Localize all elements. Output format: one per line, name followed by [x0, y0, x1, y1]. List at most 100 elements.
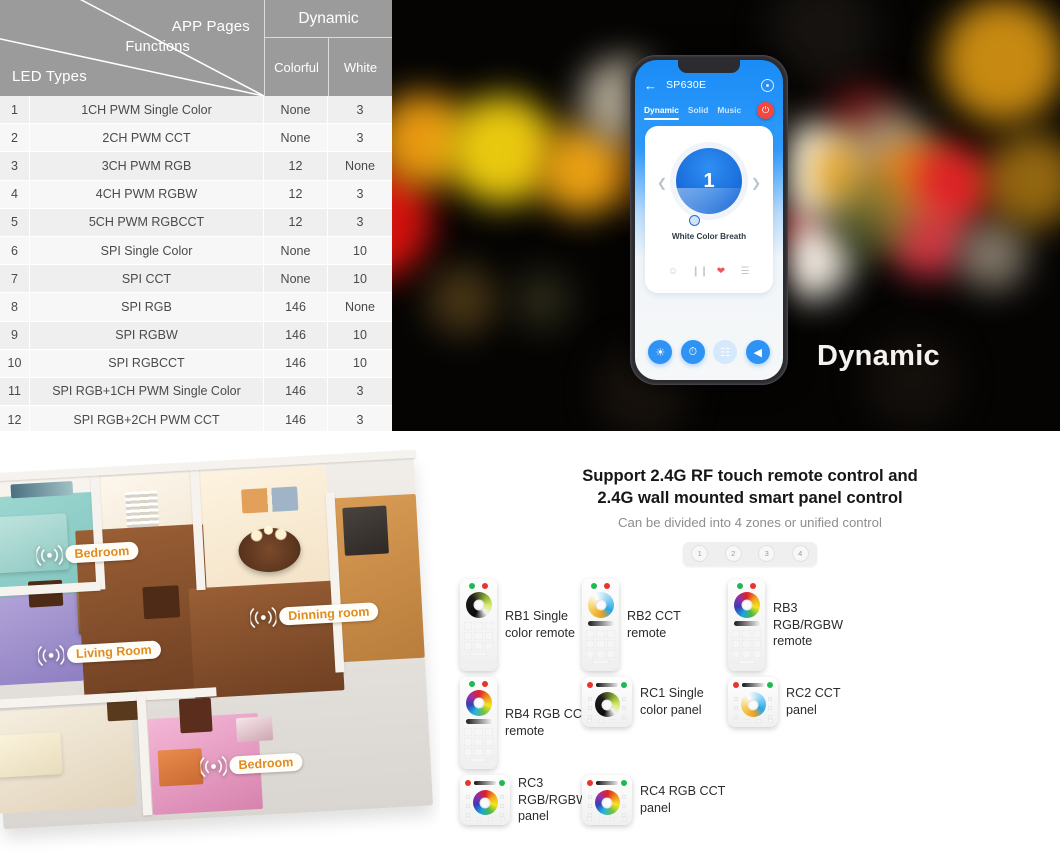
color-wheel[interactable] [465, 690, 492, 716]
table-corner-diagonal-header: APP Pages Functions LED Types [0, 0, 264, 96]
zone-button-3[interactable]: 3 [758, 545, 776, 563]
back-arrow-icon[interactable]: ← [644, 79, 657, 92]
row-led-type: SPI Single Color [30, 236, 264, 266]
panel-zone-keys[interactable] [733, 719, 773, 723]
bokeh-light [984, 132, 1060, 228]
volume-icon[interactable]: ◀ [745, 340, 770, 364]
panel-top-row [587, 780, 627, 786]
panel-key-right-mid[interactable] [622, 804, 626, 808]
brightness-slider[interactable] [474, 781, 496, 785]
row-colorful: 146 [264, 293, 328, 322]
keypad[interactable] [582, 626, 619, 664]
remote-status-leds [728, 583, 765, 589]
panel-key-left-mid[interactable] [734, 706, 738, 710]
panel-key-left-top[interactable] [588, 795, 592, 799]
device-label-rb4: RB4 RGB CCT remote [505, 706, 590, 739]
panel-body-rc1[interactable] [582, 677, 632, 727]
remote-body-rb1[interactable] [460, 579, 497, 671]
panel-key-right-top[interactable] [622, 795, 626, 799]
panel-zone-keys[interactable] [587, 719, 627, 723]
scene-preview[interactable]: 1 [676, 148, 742, 214]
color-wheel[interactable] [472, 790, 498, 815]
power-icon[interactable]: ⏻ [757, 101, 774, 119]
panel-key-right-mid[interactable] [500, 804, 504, 808]
chevron-left-icon[interactable]: ❮ [657, 176, 667, 190]
panel-key-left-top[interactable] [588, 697, 592, 701]
panel-zone-keys[interactable] [587, 817, 627, 821]
device-label-line: remote [627, 626, 667, 640]
brightness-slider[interactable] [596, 781, 618, 785]
green-led-icon [590, 583, 597, 589]
table-row: 2 2CH PWM CCT None 3 [0, 124, 392, 153]
panel-key-right-top[interactable] [500, 795, 504, 799]
row-colorful: None [264, 265, 328, 294]
segment-icon[interactable]: ☷ [713, 340, 738, 364]
color-wheel[interactable] [587, 592, 614, 618]
panel-zone-keys[interactable] [465, 817, 505, 821]
keypad[interactable] [460, 618, 497, 656]
device-label-rb2: RB2 CCT remote [627, 608, 681, 641]
panel-body-rc3[interactable] [460, 775, 510, 825]
panel-key-right-mid[interactable] [768, 706, 772, 710]
panel-key-right-top[interactable] [768, 697, 772, 701]
panel-body-rc2[interactable] [728, 677, 778, 727]
heart-icon[interactable]: ❤ [716, 266, 727, 277]
header-white: White [328, 38, 392, 96]
row-led-type: SPI RGBCCT [30, 349, 264, 378]
green-led-icon [468, 681, 475, 687]
panel-key-left-mid[interactable] [588, 804, 592, 808]
remote-section-title: Support 2.4G RF touch remote control and… [440, 465, 1060, 510]
panel-key-right-mid[interactable] [622, 706, 626, 710]
panel-key-left-mid[interactable] [588, 706, 592, 710]
device-label-rc3: RC3 RGB/RGBW panel [518, 775, 588, 825]
color-wheel[interactable] [594, 692, 620, 717]
corridor-floor [188, 580, 345, 699]
brightness-icon[interactable]: ☀ [648, 340, 673, 364]
table-row: 11 SPI RGB+1CH PWM Single Color 146 3 [0, 377, 392, 407]
color-wheel[interactable] [740, 692, 766, 717]
remote-body-rb4[interactable] [460, 677, 497, 769]
poster-root: APP Pages Functions LED Types Dynamic Co… [0, 0, 1060, 868]
zone-selector[interactable]: 1 2 3 4 [683, 541, 817, 566]
zone-button-2[interactable]: 2 [724, 545, 742, 563]
device-label-rb1: RB1 Single color remote [505, 608, 575, 641]
device-label-line: RGB/RGBW [773, 617, 843, 632]
tab-solid[interactable]: Solid [688, 105, 708, 115]
list-icon[interactable]: ☰ [740, 266, 751, 277]
phone-screen: ← SP630E Dynamic Solid Music ⏻ ❮ ❯ 1 Whi… [635, 60, 783, 380]
device-label-line: RB3 [773, 601, 798, 616]
color-wheel[interactable] [733, 592, 760, 618]
speed-icon[interactable]: ⏱ [680, 340, 705, 364]
color-wheel[interactable] [594, 790, 620, 815]
panel-key-right-top[interactable] [622, 697, 626, 701]
remote-body-rb2[interactable] [582, 579, 619, 671]
compatibility-table: APP Pages Functions LED Types Dynamic Co… [0, 0, 392, 435]
green-led-icon [736, 583, 743, 589]
panel-top-row [733, 682, 773, 688]
keypad[interactable] [728, 626, 765, 664]
chevron-right-icon[interactable]: ❯ [751, 176, 761, 190]
panel-key-left-mid[interactable] [466, 804, 470, 808]
brightness-slider[interactable] [742, 683, 764, 687]
pause-icon[interactable]: ❙❙ [692, 266, 709, 277]
remote-body-rb3[interactable] [728, 579, 765, 671]
color-wheel[interactable] [465, 592, 492, 618]
scene-color-dot[interactable] [689, 215, 700, 226]
row-white: None [328, 152, 392, 181]
tab-dynamic[interactable]: Dynamic [644, 105, 679, 120]
zone-button-1[interactable]: 1 [691, 545, 709, 563]
device-label-line: RB2 CCT [627, 609, 681, 624]
row-white: 3 [328, 96, 392, 125]
tab-music[interactable]: Music [717, 105, 741, 115]
panel-body-rc4[interactable] [582, 775, 632, 825]
zone-button-4[interactable]: 4 [791, 545, 809, 563]
row-index: 10 [0, 349, 30, 378]
smiley-icon[interactable]: ☺ [668, 266, 679, 277]
keypad[interactable] [460, 724, 497, 762]
brightness-slider[interactable] [596, 683, 618, 687]
device-label-rc1: RC1 Single color panel [640, 685, 704, 718]
gear-icon[interactable] [761, 78, 774, 92]
panel-key-left-top[interactable] [466, 795, 470, 799]
panel-key-left-top[interactable] [734, 697, 738, 701]
door-4 [178, 697, 213, 734]
